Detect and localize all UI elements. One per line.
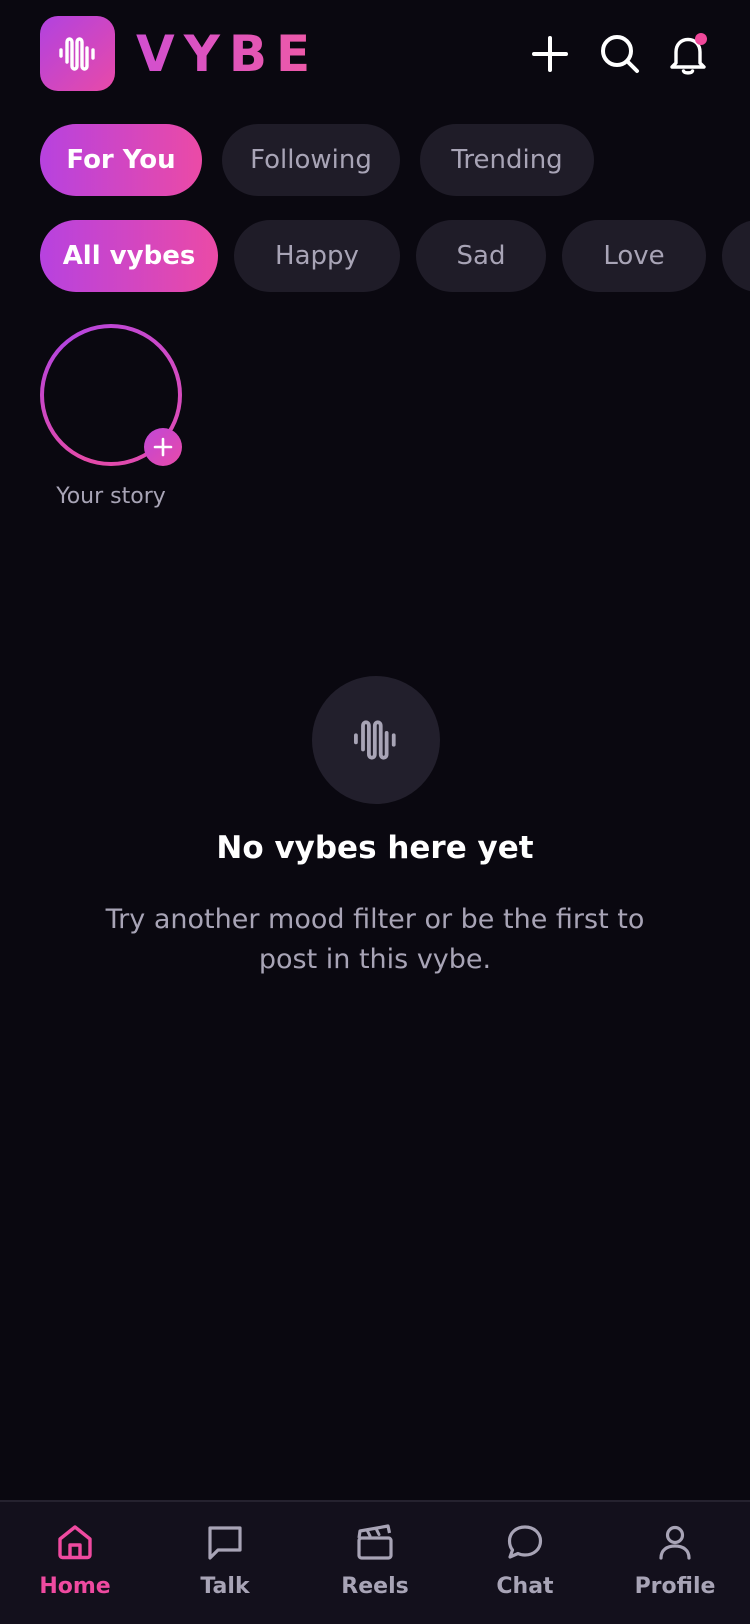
empty-state-icon-circle [312,676,440,804]
plus-icon [153,437,173,457]
nav-chat[interactable]: Chat [450,1520,600,1616]
add-story-button[interactable] [144,428,182,466]
filter-love[interactable]: Love [562,220,706,292]
tab-trending[interactable]: Trending [420,124,594,196]
empty-state-subtitle: Try another mood filter or be the first … [105,904,645,975]
search-icon [601,35,639,73]
nav-profile-label: Profile [634,1574,716,1599]
nav-reels[interactable]: Reels [300,1520,450,1616]
nav-reels-label: Reels [341,1574,409,1599]
filter-all-vybes[interactable]: All vybes [40,220,218,292]
user-icon [659,1525,691,1560]
notification-dot [695,33,707,45]
waveform-icon [354,720,396,760]
empty-state-title: No vybes here yet [216,830,534,866]
notifications-button[interactable] [664,30,712,78]
message-square-icon [208,1526,242,1560]
filter-more[interactable] [722,220,750,292]
story-label: Your story [56,484,166,509]
tab-for-you[interactable]: For You [40,124,202,196]
bottom-navigation: Home Talk Reels Chat Profile [0,1500,750,1624]
plus-icon [532,36,568,72]
filter-sad[interactable]: Sad [416,220,546,292]
tab-following[interactable]: Following [222,124,400,196]
nav-profile[interactable]: Profile [600,1520,750,1616]
nav-talk-label: Talk [200,1574,250,1599]
nav-home[interactable]: Home [0,1520,150,1616]
chat-bubble-icon [507,1525,543,1559]
nav-talk[interactable]: Talk [150,1520,300,1616]
app-header: VYBE [0,0,750,110]
app-wordmark: VYBE [136,22,319,86]
home-icon [58,1525,92,1560]
app-logo[interactable] [40,16,115,91]
nav-home-label: Home [39,1574,111,1599]
nav-chat-label: Chat [496,1574,554,1599]
home-screen: VYBE For You Following Trending All vybe… [0,0,750,1624]
clapperboard-icon [357,1524,393,1560]
create-post-button[interactable] [526,30,574,78]
filter-happy[interactable]: Happy [234,220,400,292]
waveform-icon [58,36,95,71]
feed-tabs: For You Following Trending [0,124,750,196]
mood-filters: All vybes Happy Sad Love [0,220,750,292]
search-button[interactable] [596,30,644,78]
